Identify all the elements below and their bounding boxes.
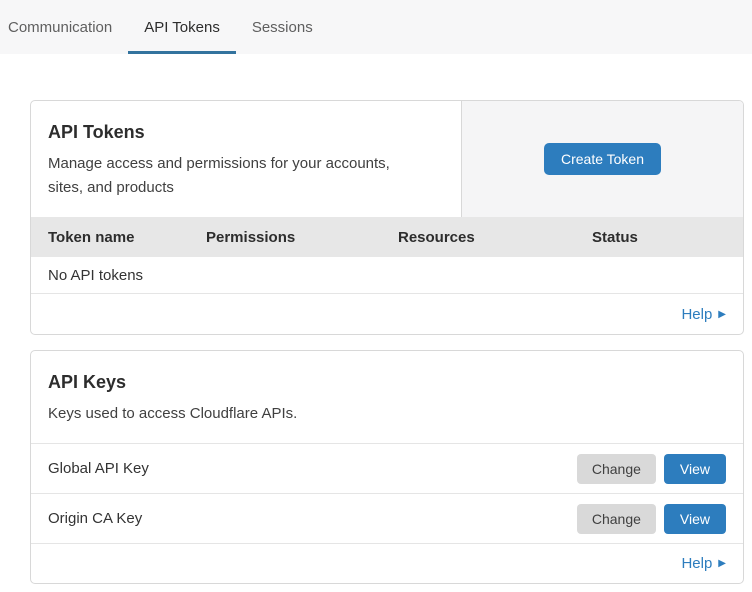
global-api-key-row: Global API Key Change View: [31, 444, 743, 494]
help-link-label: Help: [681, 555, 712, 572]
column-header-token-name: Token name: [48, 229, 206, 246]
column-header-permissions: Permissions: [206, 229, 398, 246]
tokens-table-header: Token name Permissions Resources Status: [31, 217, 743, 257]
tab-bar: Communication API Tokens Sessions: [0, 0, 752, 54]
help-arrow-icon: ▶: [718, 558, 726, 569]
create-token-button[interactable]: Create Token: [544, 143, 661, 175]
api-keys-card: API Keys Keys used to access Cloudflare …: [30, 350, 744, 584]
api-keys-description: Keys used to access Cloudflare APIs.: [48, 402, 420, 426]
api-tokens-action-panel: Create Token: [461, 101, 743, 217]
origin-ca-key-view-button[interactable]: View: [664, 504, 726, 534]
origin-ca-key-label: Origin CA Key: [48, 510, 142, 527]
global-api-key-change-button[interactable]: Change: [577, 454, 656, 484]
tab-communication[interactable]: Communication: [0, 0, 128, 54]
api-keys-help-link[interactable]: Help ▶: [681, 555, 726, 572]
tokens-empty-row: No API tokens: [31, 257, 743, 294]
tab-api-tokens[interactable]: API Tokens: [128, 0, 236, 54]
global-api-key-label: Global API Key: [48, 460, 149, 477]
api-tokens-card-header: API Tokens Manage access and permissions…: [31, 101, 743, 217]
global-api-key-view-button[interactable]: View: [664, 454, 726, 484]
api-tokens-card-footer: Help ▶: [31, 294, 743, 334]
api-tokens-help-link[interactable]: Help ▶: [681, 306, 726, 323]
api-tokens-card: API Tokens Manage access and permissions…: [30, 100, 744, 335]
api-keys-title: API Keys: [48, 370, 726, 394]
api-tokens-title: API Tokens: [48, 120, 444, 144]
api-keys-card-header: API Keys Keys used to access Cloudflare …: [31, 351, 743, 444]
column-header-resources: Resources: [398, 229, 592, 246]
help-link-label: Help: [681, 306, 712, 323]
column-header-status: Status: [592, 229, 726, 246]
api-tokens-header-text: API Tokens Manage access and permissions…: [31, 101, 461, 217]
api-keys-card-footer: Help ▶: [31, 544, 743, 583]
help-arrow-icon: ▶: [718, 309, 726, 320]
origin-ca-key-row: Origin CA Key Change View: [31, 494, 743, 544]
origin-ca-key-actions: Change View: [577, 504, 726, 534]
origin-ca-key-change-button[interactable]: Change: [577, 504, 656, 534]
api-tokens-description: Manage access and permissions for your a…: [48, 152, 420, 200]
global-api-key-actions: Change View: [577, 454, 726, 484]
tab-sessions[interactable]: Sessions: [236, 0, 329, 54]
